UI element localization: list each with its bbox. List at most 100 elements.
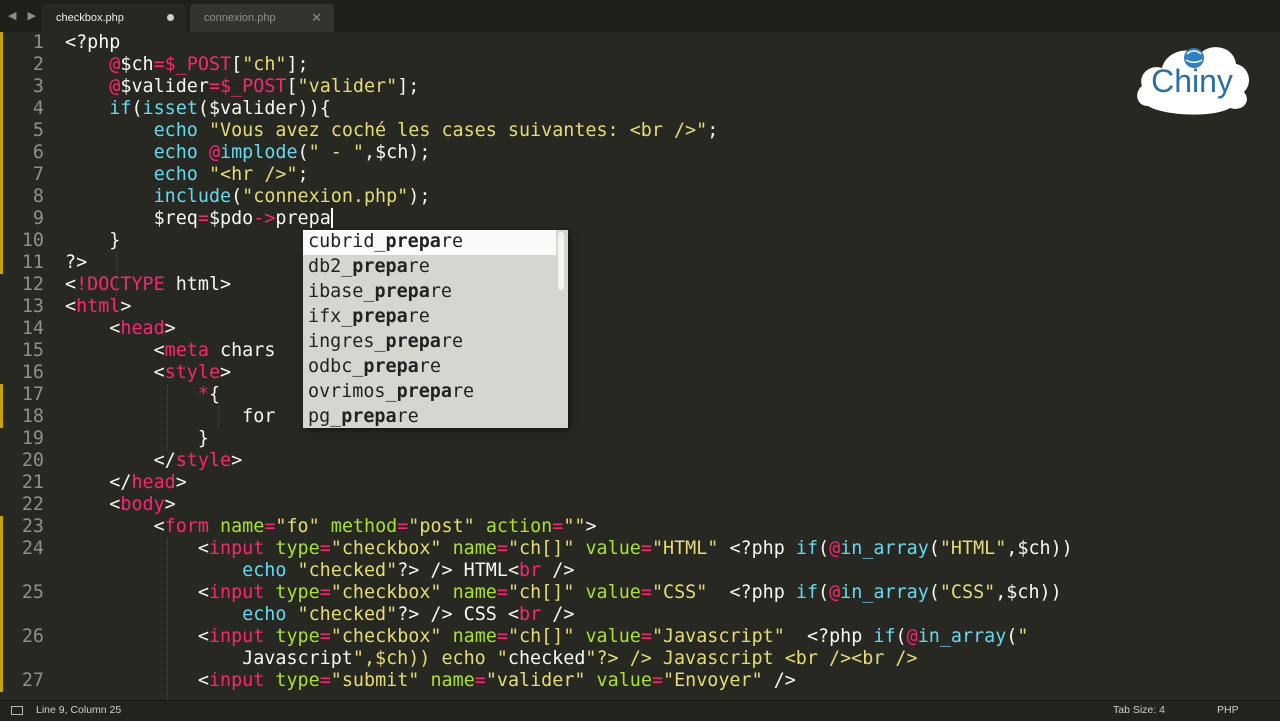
autocomplete-prefix: ibase_ [308,281,375,302]
line-number: 9 [32,208,44,229]
line-number: 25 [21,582,44,603]
line-number: 1 [32,32,44,53]
modified-lines-marker [0,32,3,274]
line-number: 4 [32,98,44,119]
modified-lines-marker [0,516,3,692]
code-text[interactable]: echo "checked"?> /> CSS <br /> [65,604,574,626]
code-text[interactable]: @$valider=$_POST["valider"]; [65,76,419,98]
tab-connexion-php[interactable]: connexion.php ✕ [190,4,334,32]
code-text[interactable]: <input type="checkbox" name="ch[]" value… [65,582,1062,604]
code-text[interactable]: <body> [65,494,175,516]
line-number: 10 [21,230,44,251]
code-text[interactable]: if(isset($valider)){ [65,98,330,120]
line-number: 5 [32,120,44,141]
autocomplete-match: prepa [385,331,441,352]
autocomplete-match: prepa [374,281,430,302]
code-text[interactable]: *{ [65,384,220,406]
code-text[interactable]: <html> [65,296,131,318]
line-number: 14 [21,318,44,339]
autocomplete-match: prepa [352,256,408,277]
line-number: 20 [21,450,44,471]
autocomplete-prefix: odbc_ [308,356,364,377]
autocomplete-suffix: re [407,306,430,327]
code-text[interactable]: Javascript",$ch)) echo "checked"?> /> Ja… [65,648,917,670]
autocomplete-item[interactable]: odbc_prepare [303,355,556,380]
line-number: 23 [21,516,44,537]
line-number: 22 [21,494,44,515]
code-text[interactable]: <input type="checkbox" name="ch[]" value… [65,626,1029,648]
code-text[interactable]: <style> [65,362,232,384]
autocomplete-suffix: re [418,356,441,377]
autocomplete-item[interactable]: cubrid_prepare [303,230,556,255]
line-number: 19 [21,428,44,449]
autocomplete-prefix: db2_ [308,256,353,277]
status-bar: Line 9, Column 25 Tab Size: 4 PHP [0,700,1280,721]
code-text[interactable]: $req=$pdo->prepa [65,208,333,230]
autocomplete-suffix: re [429,281,452,302]
line-number: 8 [32,186,44,207]
autocomplete-match: prepa [385,231,441,252]
code-text[interactable]: <!DOCTYPE html> [65,274,231,296]
line-number: 27 [21,670,44,691]
autocomplete-item[interactable]: db2_prepare [303,255,556,280]
code-text[interactable]: </head> [65,472,187,494]
tab-bar: ◀ ▶ checkbox.php connexion.php ✕ [0,0,1280,32]
code-text[interactable]: <meta chars [65,340,276,362]
line-number: 12 [21,274,44,295]
unsaved-dot-icon[interactable] [167,14,174,21]
code-text[interactable]: } [65,230,120,252]
autocomplete-item[interactable]: ovrimos_prepare [303,380,556,405]
code-text[interactable]: for [65,406,275,428]
code-text[interactable]: <?php [65,32,120,54]
code-text[interactable]: <head> [65,318,175,340]
line-number: 6 [32,142,44,163]
autocomplete-match: prepa [341,406,397,427]
code-text[interactable]: @$ch=$_POST["ch"]; [65,54,308,76]
cursor-position: Line 9, Column 25 [36,704,122,716]
line-number: 26 [21,626,44,647]
logo-text: Chiny [1151,63,1233,99]
autocomplete-prefix: ifx_ [308,306,353,327]
autocomplete-item[interactable]: ifx_prepare [303,305,556,330]
code-text[interactable]: echo "Vous avez coché les cases suivante… [65,120,719,142]
line-number: 21 [21,472,44,493]
code-text[interactable]: echo "<hr />"; [65,164,309,186]
autocomplete-suffix: re [396,406,419,427]
autocomplete-suffix: re [407,256,430,277]
autocomplete-item[interactable]: ibase_prepare [303,280,556,305]
tab-size-selector[interactable]: Tab Size: 4 [1113,704,1165,716]
tab-label: checkbox.php [56,12,124,24]
autocomplete-suffix: re [451,381,475,402]
code-text[interactable]: ?> [65,252,87,274]
code-text[interactable]: include("connexion.php"); [65,186,431,208]
code-text[interactable]: } [65,428,209,450]
panel-toggle-icon[interactable] [11,706,23,715]
autocomplete-prefix: pg_ [308,406,342,427]
code-text[interactable]: <input type="checkbox" name="ch[]" value… [65,538,1073,560]
autocomplete-prefix: cubrid_ [308,231,386,252]
autocomplete-match: prepa [363,356,419,377]
autocomplete-match: prepa [352,306,408,327]
code-text[interactable]: echo @implode(" - ",$ch); [65,142,431,164]
autocomplete-popup[interactable]: cubrid_prepare db2_prepare ibase_prepare if… [303,230,568,428]
code-text[interactable]: <form name="fo" method="post" action=""> [65,516,597,538]
tab-checkbox-php[interactable]: checkbox.php [42,4,186,32]
chiny-logo: Chiny [1137,47,1250,115]
autocomplete-item[interactable]: pg_prepare [303,405,556,428]
line-number: 2 [32,54,44,75]
code-editor[interactable]: 1 <?php 2 @$ch=$_POST["ch"]; 3 @$valider=$_… [0,32,1280,700]
line-number: 18 [21,406,44,427]
tab-nav-arrows-icon[interactable]: ◀ ▶ [8,9,40,22]
autocomplete-scrollbar[interactable] [558,232,564,290]
modified-lines-marker [0,384,3,428]
close-tab-icon[interactable]: ✕ [311,10,322,26]
text-cursor [330,208,333,228]
autocomplete-suffix: re [440,331,464,352]
code-text[interactable]: echo "checked"?> /> HTML<br /> [65,560,574,582]
syntax-selector[interactable]: PHP [1217,704,1239,716]
code-text[interactable]: </style> [65,450,243,472]
line-number: 7 [32,164,44,185]
code-text[interactable]: <input type="submit" name="valider" valu… [65,670,796,692]
autocomplete-item[interactable]: ingres_prepare [303,330,556,355]
autocomplete-suffix: re [440,231,464,252]
